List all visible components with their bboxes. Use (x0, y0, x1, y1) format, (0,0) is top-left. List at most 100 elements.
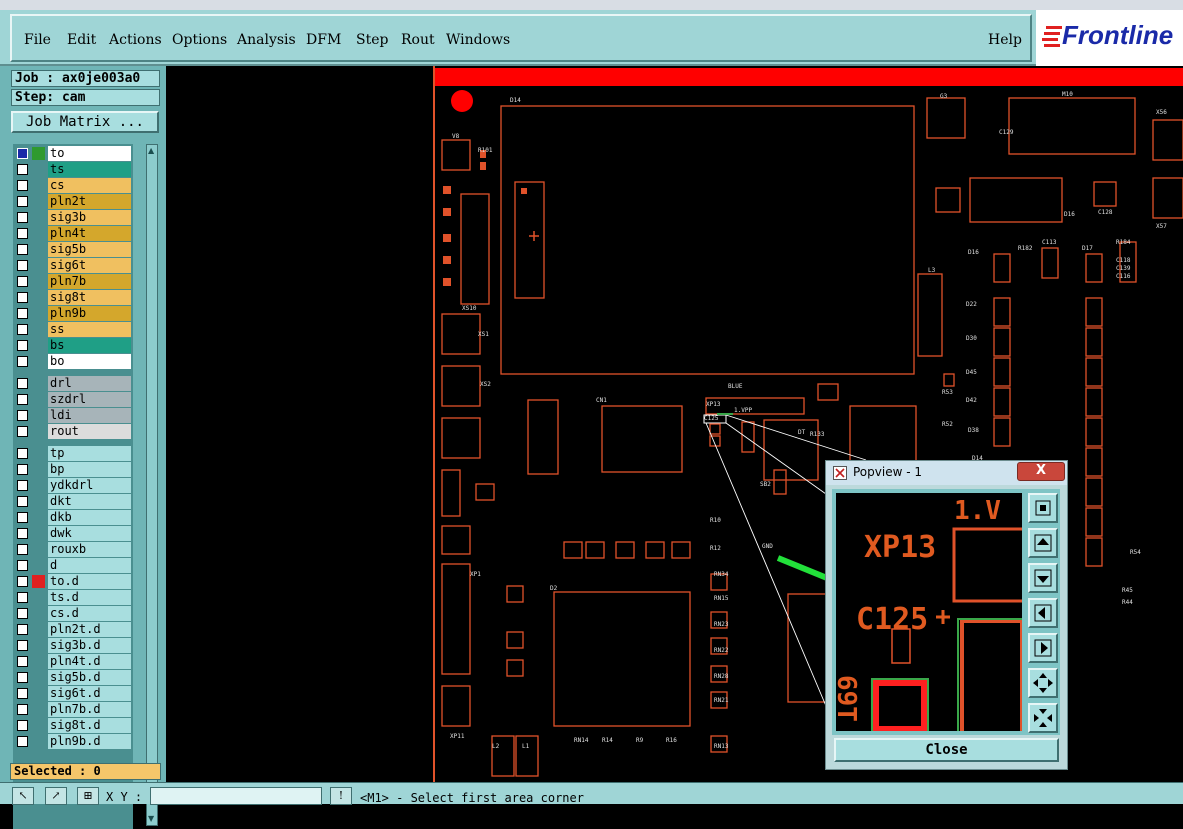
layer-row[interactable]: ydkdrl (13, 478, 131, 493)
layer-row[interactable]: to.d (13, 574, 131, 589)
layer-row[interactable]: pln2t.d (13, 622, 131, 637)
layer-row[interactable]: rout (13, 424, 131, 439)
popview-pan-left-icon[interactable] (1028, 598, 1058, 628)
layer-name[interactable]: pln4t.d (48, 654, 131, 669)
layer-scrollbar[interactable]: ▲ ▼ (146, 144, 158, 826)
layer-row[interactable]: ts (13, 162, 131, 177)
layer-name[interactable]: dwk (48, 526, 131, 541)
popview-zoom-fit-icon[interactable] (1028, 493, 1058, 523)
layer-name[interactable]: dkt (48, 494, 131, 509)
menu-edit[interactable]: Edit (67, 32, 96, 48)
layer-checkbox[interactable] (17, 464, 28, 475)
layer-checkbox[interactable] (17, 196, 28, 207)
layer-checkbox[interactable] (17, 340, 28, 351)
layer-row[interactable]: pln7b.d (13, 702, 131, 717)
layer-row[interactable]: sig6t.d (13, 686, 131, 701)
layer-row[interactable]: sig3b.d (13, 638, 131, 653)
layer-row[interactable]: ts.d (13, 590, 131, 605)
layer-name[interactable]: sig5b (48, 242, 131, 257)
layer-row[interactable]: szdrl (13, 392, 131, 407)
layer-name[interactable]: sig8t (48, 290, 131, 305)
layer-checkbox[interactable] (17, 736, 28, 747)
layer-name[interactable]: cs.d (48, 606, 131, 621)
layer-name[interactable]: sig8t.d (48, 718, 131, 733)
layer-checkbox[interactable] (17, 356, 28, 367)
layer-name[interactable]: rouxb (48, 542, 131, 557)
menu-file[interactable]: File (24, 32, 51, 48)
layer-row[interactable]: cs.d (13, 606, 131, 621)
layer-row[interactable]: rouxb (13, 542, 131, 557)
popview-titlebar[interactable]: Popview - 1 X (826, 461, 1067, 485)
layer-name[interactable]: szdrl (48, 392, 131, 407)
layer-checkbox[interactable] (17, 394, 28, 405)
layer-name[interactable]: bo (48, 354, 131, 369)
layer-checkbox[interactable] (17, 592, 28, 603)
layer-checkbox[interactable] (17, 624, 28, 635)
select-tool-icon[interactable]: ↖ (12, 787, 34, 805)
job-matrix-button[interactable]: Job Matrix ... (11, 111, 159, 133)
layer-name[interactable]: ts (48, 162, 131, 177)
layer-row[interactable]: pln9b (13, 306, 131, 321)
layer-name[interactable]: sig5b.d (48, 670, 131, 685)
layer-name[interactable]: dkb (48, 510, 131, 525)
layer-name[interactable]: pln2t.d (48, 622, 131, 637)
layer-checkbox[interactable] (17, 426, 28, 437)
layer-checkbox[interactable] (17, 324, 28, 335)
layer-checkbox[interactable] (17, 244, 28, 255)
layer-name[interactable]: to.d (48, 574, 131, 589)
scroll-up-icon[interactable]: ▲ (148, 146, 156, 156)
layer-checkbox[interactable] (17, 544, 28, 555)
layer-row[interactable]: ss (13, 322, 131, 337)
info-tool-icon[interactable]: ! (330, 787, 352, 805)
menu-step[interactable]: Step (356, 32, 388, 48)
layer-row[interactable]: sig8t.d (13, 718, 131, 733)
layer-checkbox[interactable] (17, 656, 28, 667)
menu-options[interactable]: Options (172, 32, 227, 48)
layer-name[interactable]: cs (48, 178, 131, 193)
layer-color-swatch[interactable] (32, 147, 45, 160)
layer-name[interactable]: pln7b (48, 274, 131, 289)
popview-close-button[interactable]: Close (834, 738, 1059, 762)
layer-checkbox[interactable] (17, 560, 28, 571)
layer-name[interactable]: ydkdrl (48, 478, 131, 493)
layer-name[interactable]: ss (48, 322, 131, 337)
layer-name[interactable]: pln9b (48, 306, 131, 321)
popview-pan-down-icon[interactable] (1028, 563, 1058, 593)
layer-row[interactable]: sig5b.d (13, 670, 131, 685)
menu-help[interactable]: Help (988, 32, 1022, 48)
layer-name[interactable]: pln2t (48, 194, 131, 209)
layer-row[interactable]: sig6t (13, 258, 131, 273)
popview-canvas[interactable]: XP13 C125 1.V 69T (836, 493, 1022, 731)
menu-dfm[interactable]: DFM (306, 32, 341, 48)
layer-checkbox[interactable] (17, 608, 28, 619)
layer-color-swatch[interactable] (32, 575, 45, 588)
layer-checkbox[interactable] (17, 164, 28, 175)
layer-checkbox[interactable] (17, 180, 28, 191)
layer-row[interactable]: pln7b (13, 274, 131, 289)
layer-name[interactable]: rout (48, 424, 131, 439)
layer-row[interactable]: pln4t (13, 226, 131, 241)
layer-name[interactable]: bs (48, 338, 131, 353)
menu-actions[interactable]: Actions (109, 32, 162, 48)
layer-checkbox[interactable] (17, 496, 28, 507)
layer-checkbox[interactable] (17, 640, 28, 651)
layer-checkbox[interactable] (17, 688, 28, 699)
layer-checkbox[interactable] (17, 672, 28, 683)
layer-checkbox[interactable] (17, 378, 28, 389)
layer-row[interactable]: dkt (13, 494, 131, 509)
layer-checkbox[interactable] (17, 410, 28, 421)
grid-tool-icon[interactable]: ⊞ (77, 787, 99, 805)
layer-name[interactable]: ldi (48, 408, 131, 423)
layer-row[interactable]: to (13, 146, 131, 161)
layer-name[interactable]: pln9b.d (48, 734, 131, 749)
popview-zoom-in-icon[interactable] (1028, 668, 1058, 698)
layer-row[interactable]: bs (13, 338, 131, 353)
layer-row[interactable]: drl (13, 376, 131, 391)
popview-zoom-out-icon[interactable] (1028, 703, 1058, 733)
layer-name[interactable]: bp (48, 462, 131, 477)
layer-name[interactable]: ts.d (48, 590, 131, 605)
layer-row[interactable]: d (13, 558, 131, 573)
layer-name[interactable]: sig3b (48, 210, 131, 225)
layer-row[interactable]: pln4t.d (13, 654, 131, 669)
xy-input[interactable] (150, 787, 322, 805)
